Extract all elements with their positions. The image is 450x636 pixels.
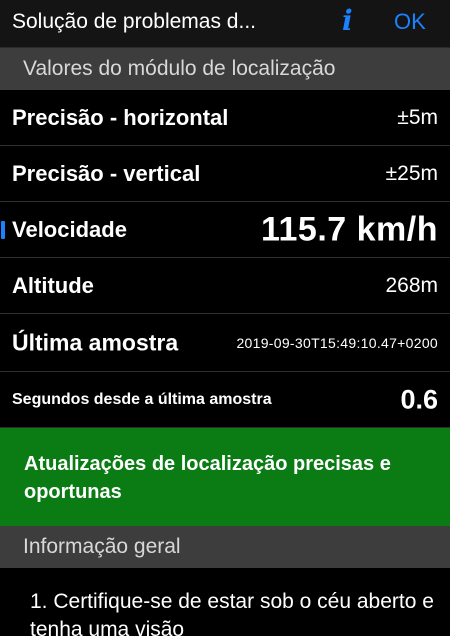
- row-label: Precisão - vertical: [12, 160, 201, 186]
- row-last-sample: Última amostra 2019-09-30T15:49:10.47+02…: [0, 314, 450, 372]
- section-header-location-values: Valores do módulo de localização: [0, 48, 450, 90]
- status-text: Atualizações de localização precisas e o…: [24, 453, 391, 503]
- row-label: Velocidade: [12, 216, 127, 242]
- section-header-label: Valores do módulo de localização: [23, 57, 336, 80]
- row-altitude: Altitude 268m: [0, 258, 450, 314]
- row-speed: Velocidade 115.7 km/h: [0, 202, 450, 258]
- status-banner: Atualizações de localização precisas e o…: [0, 428, 450, 526]
- row-value: ±5m: [397, 105, 438, 129]
- ok-button[interactable]: OK: [394, 9, 426, 35]
- row-value: 2019-09-30T15:49:10.47+0200: [236, 334, 438, 351]
- row-label: Precisão - horizontal: [12, 104, 229, 130]
- row-value: 0.6: [400, 384, 438, 414]
- page-title: Solução de problemas d...: [12, 10, 256, 33]
- row-value: ±25m: [385, 161, 438, 185]
- section-header-general-info: Informação geral: [0, 526, 450, 568]
- row-vertical-accuracy: Precisão - vertical ±25m: [0, 146, 450, 202]
- selection-marker: [1, 220, 5, 239]
- info-icon[interactable]: i: [342, 4, 353, 37]
- row-label: Última amostra: [12, 329, 179, 355]
- row-horizontal-accuracy: Precisão - horizontal ±5m: [0, 90, 450, 146]
- row-seconds-since-sample: Segundos desde a última amostra 0.6: [0, 372, 450, 428]
- navigation-bar: Solução de problemas d... i OK: [0, 0, 450, 48]
- row-value: 268m: [385, 273, 438, 297]
- row-label: Altitude: [12, 272, 94, 298]
- row-value: 115.7 km/h: [260, 210, 438, 248]
- row-label: Segundos desde a última amostra: [12, 390, 272, 408]
- general-info-text: 1. Certifique-se de estar sob o céu aber…: [30, 590, 434, 636]
- section-header-label: Informação geral: [23, 535, 181, 558]
